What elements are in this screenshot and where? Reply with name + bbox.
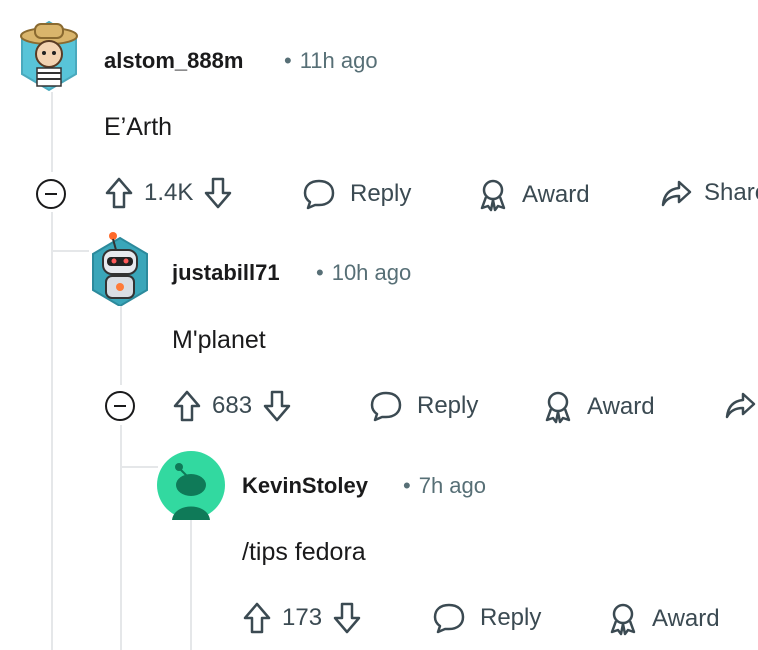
- award-label: Award: [522, 181, 590, 208]
- thread-line-1: [51, 92, 53, 172]
- thread-curve-1: [51, 250, 89, 252]
- timestamp: • 11h ago: [284, 48, 378, 73]
- avatar[interactable]: [18, 18, 80, 92]
- award-icon: [545, 391, 571, 424]
- comment-body: /tips fedora: [242, 538, 366, 566]
- thread-line-2b: [120, 425, 122, 650]
- thread-line-3: [190, 520, 192, 650]
- timestamp: • 10h ago: [316, 260, 412, 285]
- upvote-icon[interactable]: [242, 601, 272, 635]
- collapse-icon[interactable]: [36, 179, 66, 209]
- score: 173: [282, 604, 323, 631]
- timestamp: • 7h ago: [403, 473, 486, 498]
- reply-bubble-icon: [303, 179, 335, 210]
- vote-bar: 683: [172, 389, 292, 423]
- comment-body: M'planet: [172, 326, 266, 354]
- award-button[interactable]: Award: [606, 602, 720, 636]
- vote-bar: 1.4K: [104, 176, 233, 210]
- downvote-icon[interactable]: [262, 389, 292, 423]
- time-text: 7h ago: [418, 473, 486, 498]
- username[interactable]: justabill71: [172, 260, 280, 286]
- reply-label: Reply: [350, 180, 412, 207]
- reply-bubble-icon: [433, 603, 465, 634]
- vote-bar: 173: [242, 601, 362, 635]
- thread-line-2: [120, 305, 122, 385]
- award-icon: [480, 179, 506, 212]
- thread-line-1b: [51, 212, 53, 650]
- time-text: 11h ago: [299, 48, 378, 73]
- award-button[interactable]: Award: [541, 390, 655, 424]
- comment-body: E’Arth: [104, 113, 173, 141]
- reply-button[interactable]: Reply: [369, 390, 478, 422]
- share-arrow-icon: [661, 180, 692, 207]
- share-label: Share: [704, 179, 758, 206]
- downvote-icon[interactable]: [332, 601, 362, 635]
- reply-bubble-icon: [370, 391, 402, 422]
- reply-label: Reply: [480, 604, 542, 631]
- upvote-icon[interactable]: [172, 389, 202, 423]
- upvote-icon[interactable]: [104, 176, 134, 210]
- share-button[interactable]: [724, 390, 756, 420]
- collapse-icon[interactable]: [105, 391, 135, 421]
- award-icon: [610, 603, 636, 636]
- avatar[interactable]: [89, 230, 151, 306]
- username[interactable]: KevinStoley: [242, 473, 368, 499]
- avatar[interactable]: [156, 450, 226, 520]
- score: 1.4K: [144, 179, 194, 206]
- reply-label: Reply: [417, 392, 479, 419]
- score: 683: [212, 392, 253, 419]
- reply-button[interactable]: Reply: [432, 602, 541, 634]
- username[interactable]: alstom_888m: [104, 48, 243, 74]
- thread-curve-2: [120, 466, 158, 468]
- reply-button[interactable]: Reply: [302, 178, 411, 210]
- downvote-icon[interactable]: [203, 176, 233, 210]
- award-label: Award: [652, 605, 720, 632]
- time-text: 10h ago: [331, 260, 412, 285]
- award-label: Award: [587, 393, 655, 420]
- award-button[interactable]: Award: [476, 178, 590, 212]
- share-button[interactable]: Share: [660, 178, 758, 208]
- share-arrow-icon: [725, 392, 756, 419]
